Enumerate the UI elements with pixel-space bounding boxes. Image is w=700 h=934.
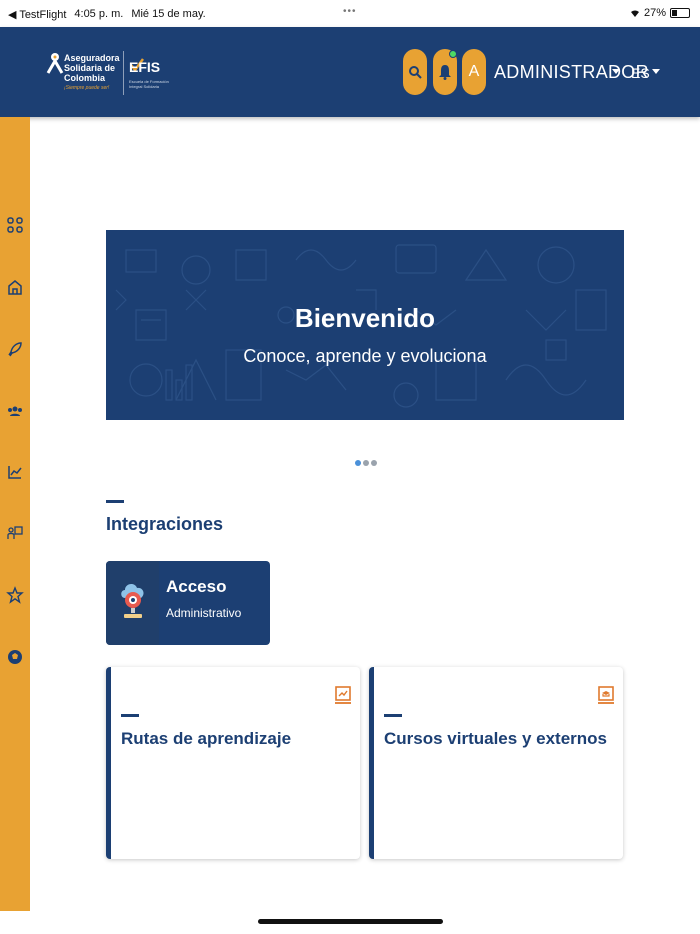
- virtual-courses-card[interactable]: Cursos virtuales y externos: [369, 667, 623, 859]
- notification-indicator: [449, 50, 457, 58]
- banner-subtitle: Conoce, aprende y evoluciona: [243, 346, 487, 366]
- ios-status-bar: ◀ TestFlight 4:05 p. m. Mié 15 de may. •…: [0, 0, 700, 27]
- status-time: 4:05 p. m.: [74, 8, 124, 20]
- user-menu-caret-icon[interactable]: [612, 69, 620, 74]
- logo-company-name: Aseguradora Solidaria de Colombia: [64, 53, 120, 83]
- learning-paths-card[interactable]: Rutas de aprendizaje: [106, 667, 360, 859]
- chart-board-icon: [335, 686, 351, 704]
- teacher-icon[interactable]: [6, 524, 24, 542]
- acceso-icon-box: [106, 561, 159, 645]
- chart-icon[interactable]: [6, 463, 24, 481]
- logo-slogan: ¡Siempre puede ser!: [64, 85, 110, 91]
- carousel-dot[interactable]: [363, 460, 369, 466]
- home-icon[interactable]: [6, 278, 24, 296]
- battery-percent: 27%: [643, 7, 666, 19]
- groups-icon[interactable]: [6, 402, 24, 420]
- soccer-icon[interactable]: [6, 648, 24, 666]
- card-accent-bar: [384, 714, 402, 717]
- multitasking-dots[interactable]: •••: [343, 6, 357, 17]
- carousel-pagination: [355, 460, 377, 466]
- star-icon[interactable]: [6, 586, 24, 604]
- top-header: Aseguradora Solidaria de Colombia ¡Siemp…: [0, 27, 700, 117]
- acceso-administrativo-card[interactable]: [106, 561, 270, 645]
- acceso-subtitle: Administrativo: [166, 606, 242, 620]
- back-to-testflight[interactable]: ◀ TestFlight: [8, 8, 66, 21]
- virtual-courses-title: Cursos virtuales y externos: [384, 729, 607, 748]
- integrations-title: Integraciones: [106, 514, 224, 534]
- apps-icon[interactable]: [6, 216, 24, 234]
- acceso-title: Acceso: [166, 577, 227, 596]
- bell-icon: [439, 65, 451, 80]
- search-button[interactable]: [403, 49, 427, 95]
- company-logo[interactable]: Aseguradora Solidaria de Colombia ¡Siemp…: [44, 47, 169, 97]
- status-date: Mié 15 de may.: [131, 8, 206, 20]
- user-avatar[interactable]: A: [462, 49, 486, 95]
- rocket-icon[interactable]: [6, 340, 24, 358]
- language-selector[interactable]: ES: [631, 65, 650, 81]
- cloud-access-icon: [121, 584, 144, 618]
- section-accent-bar: [106, 500, 124, 503]
- logo-product: EFIS: [129, 59, 161, 75]
- logo-mark-icon: [46, 53, 64, 74]
- home-indicator[interactable]: [258, 919, 443, 924]
- search-icon: [409, 66, 422, 79]
- learning-paths-title: Rutas de aprendizaje: [121, 729, 292, 748]
- sidebar: [0, 117, 30, 911]
- logo-product-sub: Escuela de Formación Integral Solidaria: [129, 79, 169, 89]
- user-name-menu[interactable]: ADMINISTRADOR: [494, 62, 649, 83]
- logo-divider: [123, 51, 124, 95]
- wifi-icon: [630, 9, 639, 17]
- battery-icon: [670, 8, 690, 18]
- carousel-dot[interactable]: [355, 460, 361, 466]
- banner-title: Bienvenido: [294, 303, 436, 333]
- card-accent-bar: [121, 714, 139, 717]
- carousel-dot[interactable]: [371, 460, 377, 466]
- online-course-icon: [598, 686, 614, 704]
- language-caret-icon[interactable]: [652, 69, 660, 74]
